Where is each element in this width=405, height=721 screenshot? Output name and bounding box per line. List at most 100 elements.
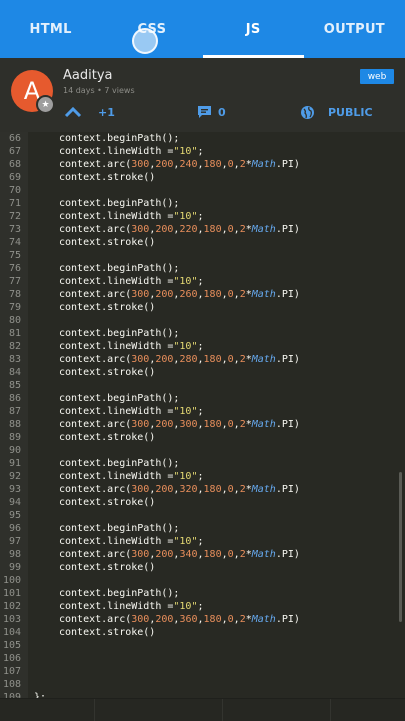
code-text: context.arc(300,200,300,180,0,2*Math.PI) — [59, 419, 300, 430]
chevron-up-icon — [64, 106, 82, 118]
code-text: context.beginPath(); — [59, 263, 180, 274]
code-text: context.beginPath(); — [59, 588, 180, 599]
line-number: 80 — [8, 315, 21, 326]
line-number: 87 — [8, 406, 21, 417]
visibility-label: PUBLIC — [328, 105, 373, 119]
line-number: 75 — [8, 250, 21, 261]
line-number: 76 — [8, 263, 21, 274]
code-text: context.lineWidth ="10"; — [59, 536, 204, 547]
line-number: 74 — [8, 237, 21, 248]
upvote-button[interactable]: +1 — [64, 98, 115, 126]
globe-icon — [300, 105, 315, 120]
line-number: 91 — [8, 458, 21, 469]
comments-button[interactable]: 0 — [197, 98, 226, 126]
code-text: context.beginPath(); — [59, 458, 180, 469]
code-text: context.arc(300,200,260,180,0,2*Math.PI) — [59, 289, 300, 300]
line-number: 96 — [8, 523, 21, 534]
code-text: context.stroke() — [59, 367, 156, 378]
tab-html[interactable]: HTML — [0, 0, 101, 58]
line-number: 98 — [8, 549, 21, 560]
line-number: 89 — [8, 432, 21, 443]
code-text: context.lineWidth ="10"; — [59, 211, 204, 222]
line-number: 103 — [2, 614, 21, 625]
line-number: 67 — [8, 146, 21, 157]
code-text: context.beginPath(); — [59, 133, 180, 144]
line-number: 107 — [2, 666, 21, 677]
code-editor[interactable]: 66 context.beginPath(); 67 context.lineWidt… — [0, 132, 405, 720]
code-text: context.arc(300,200,280,180,0,2*Math.PI) — [59, 354, 300, 365]
comment-icon — [197, 105, 212, 119]
line-number: 97 — [8, 536, 21, 547]
line-number: 92 — [8, 471, 21, 482]
line-number: 95 — [8, 510, 21, 521]
code-text: context.beginPath(); — [59, 523, 180, 534]
line-number: 77 — [8, 276, 21, 287]
code-text: context.stroke() — [59, 627, 156, 638]
line-number: 93 — [8, 484, 21, 495]
line-number: 85 — [8, 380, 21, 391]
line-number: 79 — [8, 302, 21, 313]
line-number: 100 — [2, 575, 21, 586]
action-bar: +1 0 PUBLIC — [0, 98, 405, 126]
tab-js[interactable]: JS — [202, 0, 305, 58]
line-number: 94 — [8, 497, 21, 508]
divider — [222, 699, 223, 721]
code-text: context.arc(300,200,240,180,0,2*Math.PI) — [59, 159, 300, 170]
line-number: 83 — [8, 354, 21, 365]
touch-indicator — [132, 28, 158, 54]
post-meta: 14 days • 7 views — [63, 86, 135, 95]
line-number: 86 — [8, 393, 21, 404]
line-number: 69 — [8, 172, 21, 183]
code-text: context.beginPath(); — [59, 328, 180, 339]
visibility-button[interactable]: PUBLIC — [300, 98, 373, 126]
line-number: 102 — [2, 601, 21, 612]
code-text: context.lineWidth ="10"; — [59, 146, 204, 157]
line-number: 90 — [8, 445, 21, 456]
divider — [94, 699, 95, 721]
code-text: context.stroke() — [59, 562, 156, 573]
tab-bar: HTML CSS JS OUTPUT — [0, 0, 405, 58]
code-text: context.beginPath(); — [59, 393, 180, 404]
code-text: context.lineWidth ="10"; — [59, 341, 204, 352]
code-text: context.stroke() — [59, 432, 156, 443]
divider — [330, 699, 331, 721]
upvote-count: +1 — [98, 105, 115, 119]
line-number: 66 — [8, 133, 21, 144]
line-number: 88 — [8, 419, 21, 430]
line-number: 101 — [2, 588, 21, 599]
code-text: context.stroke() — [59, 237, 156, 248]
language-badge: web — [360, 69, 394, 84]
code-text: context.arc(300,200,360,180,0,2*Math.PI) — [59, 614, 300, 625]
code-text: context.beginPath(); — [59, 198, 180, 209]
code-text: context.arc(300,200,340,180,0,2*Math.PI) — [59, 549, 300, 560]
editor-scrollbar[interactable] — [399, 472, 402, 622]
code-text: context.stroke() — [59, 302, 156, 313]
post-header: A ★ Aaditya 14 days • 7 views web +1 0 P… — [0, 58, 405, 132]
line-number: 84 — [8, 367, 21, 378]
line-number: 82 — [8, 341, 21, 352]
code-text: context.lineWidth ="10"; — [59, 601, 204, 612]
code-text: context.lineWidth ="10"; — [59, 406, 204, 417]
line-number: 70 — [8, 185, 21, 196]
comment-count: 0 — [218, 105, 226, 119]
line-number: 68 — [8, 159, 21, 170]
code-text: context.arc(300,200,220,180,0,2*Math.PI) — [59, 224, 300, 235]
line-number: 108 — [2, 679, 21, 690]
line-number: 106 — [2, 653, 21, 664]
line-number: 78 — [8, 289, 21, 300]
code-text: context.stroke() — [59, 172, 156, 183]
code-text: context.arc(300,200,320,180,0,2*Math.PI) — [59, 484, 300, 495]
line-number: 104 — [2, 627, 21, 638]
line-number: 72 — [8, 211, 21, 222]
tab-output[interactable]: OUTPUT — [304, 0, 405, 58]
author-name[interactable]: Aaditya — [63, 68, 112, 83]
bottom-bar — [0, 698, 405, 721]
code-text: context.lineWidth ="10"; — [59, 276, 204, 287]
code-text: context.lineWidth ="10"; — [59, 471, 204, 482]
line-number: 99 — [8, 562, 21, 573]
line-number: 71 — [8, 198, 21, 209]
line-number: 81 — [8, 328, 21, 339]
code-text: context.stroke() — [59, 497, 156, 508]
line-number: 105 — [2, 640, 21, 651]
line-number: 73 — [8, 224, 21, 235]
